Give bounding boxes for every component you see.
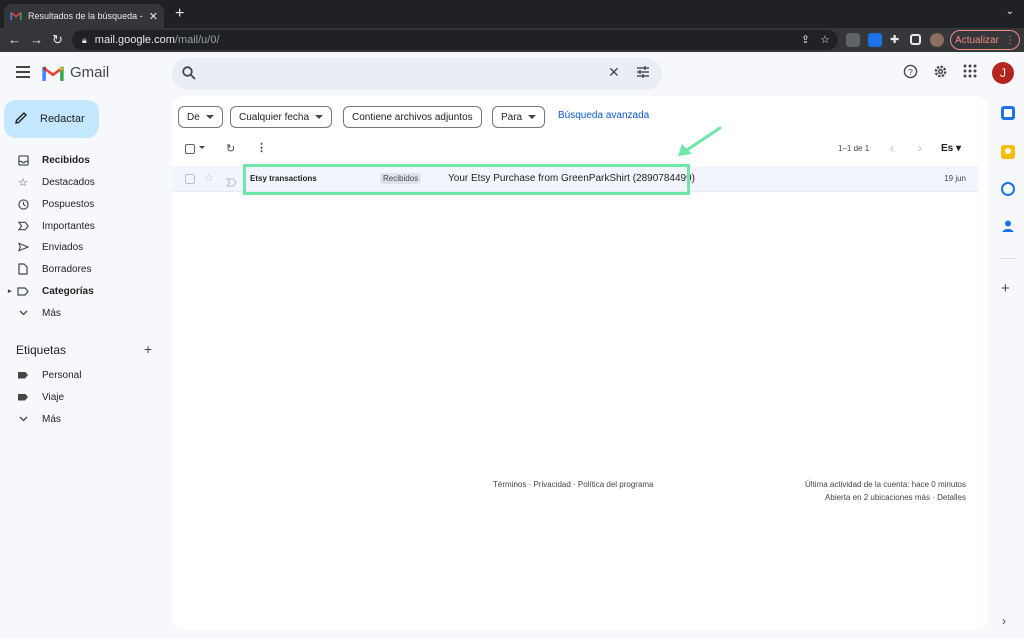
gmail-m-icon bbox=[42, 66, 64, 81]
select-all-checkbox[interactable] bbox=[185, 144, 195, 154]
search-icon[interactable] bbox=[182, 66, 196, 85]
add-addon-icon[interactable]: + bbox=[1001, 280, 1010, 297]
sidebar-item-snoozed[interactable]: Pospuestos bbox=[0, 194, 165, 214]
open-sessions-details[interactable]: Abierta en 2 ubicaciones más · Detalles bbox=[825, 493, 966, 502]
list-toolbar: ↻ ⋮ 1–1 de 1 ‹ › Es ▾ bbox=[172, 140, 988, 160]
label-tag-icon bbox=[16, 393, 30, 401]
more-options-icon[interactable]: ⋮ bbox=[256, 141, 267, 154]
important-icon bbox=[16, 221, 30, 231]
filter-to-chip[interactable]: Para bbox=[492, 106, 546, 128]
help-icon[interactable]: ? bbox=[903, 64, 918, 83]
labels-more[interactable]: Más bbox=[0, 409, 165, 429]
select-dropdown-icon[interactable] bbox=[199, 146, 205, 149]
row-checkbox[interactable] bbox=[185, 174, 195, 184]
puzzle-icon[interactable]: ✚ bbox=[890, 33, 904, 47]
account-activity: Última actividad de la cuenta: hace 0 mi… bbox=[805, 480, 966, 489]
send-icon bbox=[16, 242, 30, 252]
calendar-icon[interactable] bbox=[1001, 106, 1015, 120]
update-button[interactable]: Actualizar ⋮ bbox=[950, 30, 1020, 50]
chevron-down-icon bbox=[16, 310, 30, 316]
pagination-text: 1–1 de 1 bbox=[838, 144, 870, 153]
sidebar-item-drafts[interactable]: Borradores bbox=[0, 259, 165, 279]
dropdown-caret-icon bbox=[205, 115, 214, 119]
clock-icon bbox=[16, 198, 30, 210]
refresh-icon[interactable]: ↻ bbox=[226, 142, 235, 155]
sidebar-item-more[interactable]: Más bbox=[0, 303, 165, 323]
compose-button[interactable]: Redactar bbox=[4, 100, 99, 138]
tab-search-chevron-icon[interactable]: ⌄ bbox=[1006, 6, 1014, 17]
address-bar[interactable]: 🔒︎ mail.google.com/mail/u/0/ ⇪ ☆ bbox=[72, 30, 838, 50]
reload-icon[interactable]: ↻ bbox=[52, 32, 63, 48]
profile-avatar-icon[interactable] bbox=[930, 33, 944, 47]
sidebar-item-sent[interactable]: Enviados bbox=[0, 237, 165, 257]
search-options-icon[interactable] bbox=[636, 65, 650, 84]
url-text: mail.google.com/mail/u/0/ bbox=[94, 34, 220, 46]
email-date: 19 jun bbox=[944, 174, 966, 183]
chevron-down-icon bbox=[16, 416, 30, 422]
dropdown-caret-icon bbox=[315, 115, 324, 119]
browser-tab-bar: Resultados de la búsqueda - ja ✕ + ⌄ bbox=[0, 0, 1024, 28]
inbox-icon bbox=[16, 154, 30, 166]
new-tab-icon[interactable]: + bbox=[175, 5, 184, 23]
apps-grid-icon[interactable] bbox=[963, 64, 977, 82]
svg-text:?: ? bbox=[908, 67, 913, 77]
draft-icon bbox=[16, 263, 30, 275]
settings-gear-icon[interactable] bbox=[933, 64, 948, 83]
contacts-icon[interactable] bbox=[1001, 219, 1015, 233]
newer-page-icon[interactable]: ‹ bbox=[890, 141, 894, 155]
advanced-search-link[interactable]: Búsqueda avanzada bbox=[558, 110, 649, 121]
footer-links[interactable]: Términos · Privacidad · Política del pro… bbox=[493, 480, 654, 489]
bookmark-star-icon[interactable]: ☆ bbox=[820, 33, 830, 46]
tasks-icon[interactable] bbox=[1001, 182, 1015, 196]
older-page-icon[interactable]: › bbox=[918, 141, 922, 155]
filter-date-chip[interactable]: Cualquier fecha bbox=[230, 106, 333, 128]
extension-icon[interactable] bbox=[846, 33, 860, 47]
collapse-panel-icon[interactable]: › bbox=[1002, 614, 1006, 628]
search-input[interactable] bbox=[212, 64, 592, 84]
tab-title: Resultados de la búsqueda - ja bbox=[28, 11, 145, 21]
extension-blue-icon[interactable] bbox=[868, 33, 882, 47]
dropdown-caret-icon bbox=[528, 115, 537, 119]
filter-attachments-chip[interactable]: Contiene archivos adjuntos bbox=[343, 106, 482, 128]
search-bar[interactable]: ✕ bbox=[172, 58, 662, 90]
label-icon bbox=[16, 286, 30, 296]
side-panel-divider bbox=[1000, 258, 1016, 259]
sidebar-item-categories[interactable]: ▸ Categorías bbox=[0, 281, 165, 301]
sidebar-item-starred[interactable]: ☆ Destacados bbox=[0, 172, 165, 192]
keep-icon[interactable] bbox=[1001, 145, 1015, 159]
important-marker-icon[interactable] bbox=[225, 174, 237, 192]
labels-heading: Etiquetas bbox=[16, 343, 67, 357]
sidebar-item-important[interactable]: Importantes bbox=[0, 216, 165, 236]
gmail-logo[interactable]: Gmail bbox=[42, 64, 109, 81]
highlight-box bbox=[243, 164, 690, 195]
back-icon[interactable]: ← bbox=[8, 32, 21, 47]
more-vert-icon: ⋮ bbox=[1004, 34, 1015, 46]
main-menu-icon[interactable] bbox=[16, 66, 30, 81]
account-avatar[interactable]: J bbox=[992, 62, 1014, 84]
clear-search-icon[interactable]: ✕ bbox=[608, 64, 620, 81]
browser-tab[interactable]: Resultados de la búsqueda - ja ✕ bbox=[4, 4, 164, 28]
sidebar-item-inbox[interactable]: Recibidos bbox=[0, 150, 165, 170]
tab-close-icon[interactable]: ✕ bbox=[149, 10, 158, 23]
lock-icon: 🔒︎ bbox=[82, 34, 87, 45]
share-icon[interactable]: ⇪ bbox=[801, 33, 810, 46]
side-panel-icon[interactable] bbox=[910, 34, 921, 45]
input-language-toggle[interactable]: Es ▾ bbox=[941, 143, 961, 154]
expand-arrow-icon[interactable]: ▸ bbox=[8, 287, 12, 295]
annotation-arrow-icon bbox=[678, 126, 722, 156]
forward-icon[interactable]: → bbox=[30, 32, 43, 47]
star-icon[interactable]: ☆ bbox=[204, 171, 214, 184]
label-item-viaje[interactable]: Viaje bbox=[0, 387, 165, 407]
browser-toolbar: ← → ↻ 🔒︎ mail.google.com/mail/u/0/ ⇪ ☆ ✚… bbox=[0, 28, 1024, 52]
label-tag-icon bbox=[16, 371, 30, 379]
gmail-favicon-icon bbox=[10, 10, 22, 22]
pencil-icon bbox=[14, 111, 28, 128]
label-item-personal[interactable]: Personal bbox=[0, 365, 165, 385]
add-label-icon[interactable]: + bbox=[144, 341, 152, 357]
filter-from-chip[interactable]: De bbox=[178, 106, 223, 128]
star-icon: ☆ bbox=[18, 176, 28, 189]
